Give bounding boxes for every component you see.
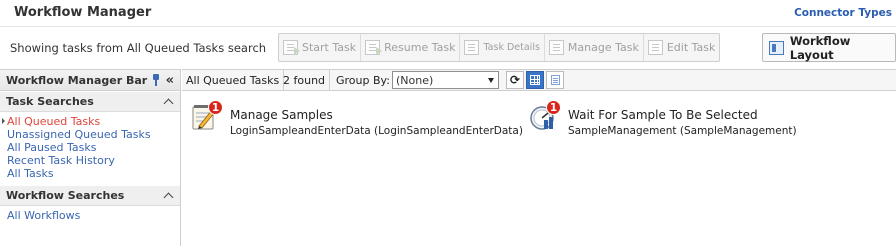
sidebar-item-recent-task-history[interactable]: Recent Task History [7,154,180,167]
start-task-button[interactable]: Start Task [279,34,362,61]
pin-icon[interactable] [152,74,160,86]
start-task-label: Start Task [302,41,357,54]
manage-task-icon [548,40,564,55]
chevron-up-icon[interactable] [163,192,174,203]
task-searches-title: Task Searches [6,95,94,108]
list-view-icon [550,75,560,85]
sidebar-header: Workflow Manager Bar « [0,69,180,91]
group-by-value: (None) [396,73,434,87]
task-searches-header[interactable]: Task Searches [0,91,180,112]
task-tile-manage-samples[interactable]: 1 Manage Samples LoginSampleandEnterData… [190,100,523,142]
connector-types-link[interactable]: Connector Types [794,7,892,19]
edit-task-label: Edit Task [666,41,716,54]
sidebar-item-all-paused-tasks[interactable]: All Paused Tasks [7,141,180,154]
refresh-button[interactable]: ⟳ [506,71,524,89]
task-list-panel: All Queued Tasks 2 found Group By: (None… [182,69,896,246]
group-by-label: Group By: [336,73,390,87]
task-details-label: Task Details [483,42,540,53]
task-searches-list: All Queued Tasks Unassigned Queued Tasks… [0,112,180,185]
collapse-sidebar-icon[interactable]: « [166,73,174,88]
workflow-layout-label: Workflow Layout [789,33,851,62]
workflow-searches-header[interactable]: Workflow Searches [0,185,180,206]
list-view-button[interactable] [546,71,564,89]
task-name: Manage Samples [230,108,333,122]
sidebar-item-all-queued-tasks[interactable]: All Queued Tasks [7,115,180,128]
task-details-icon [464,40,480,55]
search-status-text: Showing tasks from All Queued Tasks sear… [10,41,267,55]
task-action-buttons: Start Task Resume Task Task Details Mana… [278,33,721,62]
refresh-icon: ⟳ [509,73,521,87]
task-tile-wait-for-sample[interactable]: 1 Wait For Sample To Be Selected SampleM… [528,100,818,142]
workflow-layout-button[interactable]: Workflow Layout [762,33,896,62]
workflow-manager-bar: Workflow Manager Bar « Task Searches All… [0,69,181,246]
workflow-layout-icon [769,40,784,55]
task-workflow: LoginSampleandEnterData (LoginSampleandE… [230,125,523,137]
resume-task-label: Resume Task [384,41,456,54]
sidebar-item-all-workflows[interactable]: All Workflows [7,209,180,222]
edit-task-button[interactable]: Edit Task [644,34,720,61]
task-details-button[interactable]: Task Details [460,34,545,61]
task-workflow: SampleManagement (SampleManagement) [568,125,797,137]
title-bar: Workflow Manager Connector Types [0,0,896,27]
group-by-select[interactable]: (None) [392,71,499,89]
task-count-badge: 1 [546,100,561,115]
resume-task-button[interactable]: Resume Task [361,34,461,61]
app-title: Workflow Manager [14,5,152,20]
toolbar: Showing tasks from All Queued Tasks sear… [0,28,896,68]
workflow-searches-title: Workflow Searches [6,189,125,202]
tile-view-button[interactable] [526,71,544,89]
manage-task-button[interactable]: Manage Task [545,34,644,61]
resume-task-icon [365,40,383,55]
chevron-up-icon[interactable] [163,98,174,109]
manage-task-label: Manage Task [567,41,639,54]
task-count-badge: 1 [208,100,223,115]
sidebar-item-all-tasks[interactable]: All Tasks [7,167,180,180]
current-search-name: All Queued Tasks [182,70,285,90]
edit-task-icon [647,40,663,55]
view-mode-buttons: ⟳ [506,71,566,89]
start-task-icon [283,40,300,55]
sidebar-title: Workflow Manager Bar [6,73,148,87]
sidebar-item-unassigned-queued-tasks[interactable]: Unassigned Queued Tasks [7,128,180,141]
workflow-searches-list: All Workflows [0,206,180,227]
grid-view-icon [530,75,540,85]
task-name: Wait For Sample To Be Selected [568,108,758,122]
found-count: 2 found [279,70,331,90]
task-list-header-bar: All Queued Tasks 2 found Group By: (None… [182,69,896,91]
